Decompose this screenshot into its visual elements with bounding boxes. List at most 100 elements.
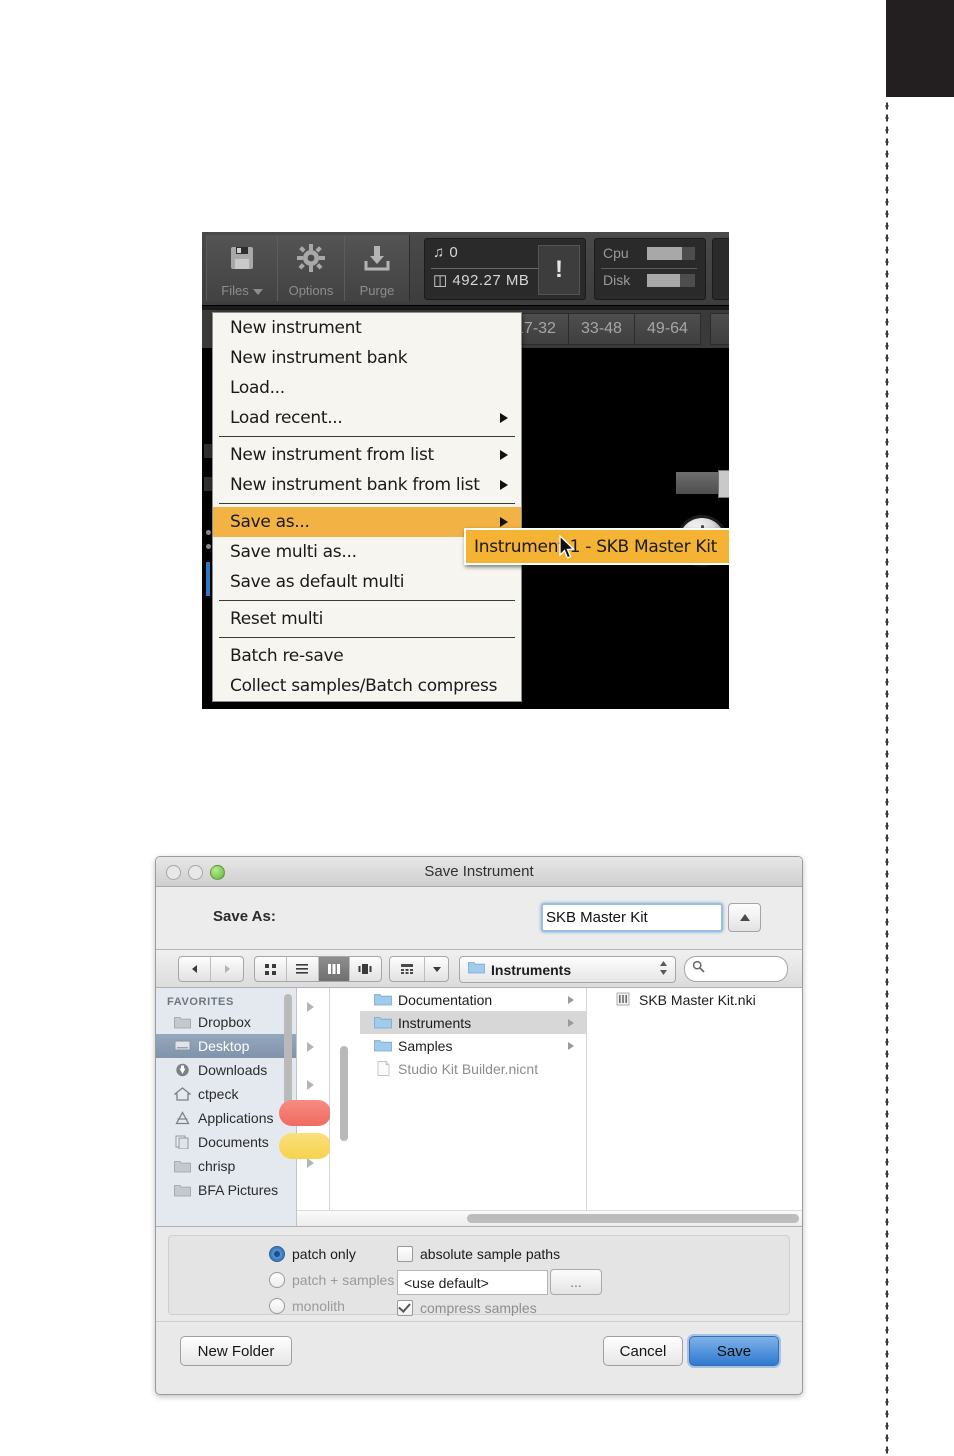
menu-item-collect-samples[interactable]: Collect samples/Batch compress — [213, 671, 521, 701]
list-view-icon[interactable] — [287, 957, 319, 981]
radio-indicator — [269, 1246, 285, 1262]
file-row-label: SKB Master Kit.nki — [639, 991, 756, 1008]
table-row[interactable]: Instruments — [360, 1011, 586, 1034]
browse-sample-path-button[interactable]: ... — [550, 1269, 602, 1295]
submenu-item-instrument-1[interactable]: Instrument 1 - SKB Master Kit — [466, 537, 717, 557]
sidebar-item-ctpeck[interactable]: ctpeck — [156, 1082, 296, 1106]
sidebar-item-dropbox[interactable]: Dropbox — [156, 1010, 296, 1034]
submenu-arrow-icon — [500, 517, 508, 527]
new-folder-button[interactable]: New Folder — [180, 1336, 292, 1366]
tab-49-64[interactable]: 49-64 — [634, 313, 701, 345]
files-button[interactable]: Files — [206, 235, 278, 301]
expand-dialog-button[interactable] — [728, 903, 761, 932]
voices-readout: ♫ 0 — [433, 244, 459, 261]
menu-item-label: Batch re-save — [230, 646, 344, 666]
tag-pill-yellow — [279, 1133, 331, 1159]
search-field[interactable] — [684, 956, 788, 982]
menu-item-load[interactable]: Load... — [213, 373, 521, 403]
memory-readout: ◫ 492.27 MB — [433, 272, 530, 289]
sidebar-item-applications[interactable]: Applications — [156, 1106, 296, 1130]
scrollbar-thumb[interactable] — [467, 1214, 799, 1223]
home-icon — [173, 1086, 192, 1102]
column-1-scrollbar[interactable] — [340, 1046, 348, 1141]
menu-item-label: Reset multi — [230, 609, 324, 629]
radio-patch-plus-samples[interactable]: patch + samples — [269, 1272, 394, 1288]
menu-item-label: Load recent... — [230, 408, 343, 428]
path-popup-button[interactable]: Instruments — [459, 956, 676, 983]
document-icon — [374, 1061, 392, 1076]
disclosure-arrow-icon — [568, 1041, 574, 1050]
menu-divider — [219, 637, 515, 638]
alert-button[interactable]: ! — [538, 245, 580, 295]
menu-item-label: Collect samples/Batch compress — [230, 676, 498, 696]
menu-item-save-as-default-multi[interactable]: Save as default multi — [213, 567, 521, 597]
ui-fragment-dot-2 — [206, 544, 211, 549]
radio-monolith[interactable]: monolith — [269, 1298, 345, 1314]
purge-button-label: Purge — [359, 283, 395, 298]
chevron-down-icon[interactable] — [425, 957, 448, 981]
tab-more[interactable] — [710, 313, 729, 345]
files-dropdown-menu[interactable]: New instrument New instrument bank Load.… — [212, 312, 522, 702]
menu-item-new-instrument-bank[interactable]: New instrument bank — [213, 343, 521, 373]
column-view-icon[interactable] — [318, 957, 351, 981]
sidebar-item-chrisp[interactable]: chrisp — [156, 1154, 296, 1178]
menu-item-batch-re-save[interactable]: Batch re-save — [213, 641, 521, 671]
sidebar-header: FAVORITES — [167, 996, 234, 1008]
checkbox-absolute-sample-paths[interactable]: absolute sample paths — [397, 1246, 560, 1262]
sample-path-field[interactable]: <use default> — [397, 1270, 548, 1295]
radio-label: patch + samples — [292, 1272, 395, 1288]
menu-item-label: Save multi as... — [230, 542, 357, 562]
radio-patch-only[interactable]: patch only — [269, 1246, 356, 1262]
pan-center-icon[interactable] — [718, 470, 729, 498]
file-column-2: SKB Master Kit.nki || — [587, 988, 801, 1226]
radio-label: monolith — [292, 1298, 345, 1314]
save-as-input[interactable] — [541, 903, 723, 932]
search-icon — [692, 960, 705, 978]
save-as-submenu[interactable]: Instrument 1 - SKB Master Kit — [464, 528, 729, 565]
table-row[interactable]: Studio Kit Builder.nicnt — [360, 1057, 586, 1080]
engine-meter: ♫ 0 ◫ 492.27 MB ! — [424, 238, 586, 300]
table-row[interactable]: Documentation — [360, 988, 586, 1011]
nav-history-segment[interactable] — [178, 956, 244, 982]
disclosure-arrow-icon — [307, 1042, 314, 1052]
menu-item-load-recent[interactable]: Load recent... — [213, 403, 521, 433]
sidebar-item-label: BFA Pictures — [198, 1182, 279, 1198]
sidebar-item-label: ctpeck — [198, 1086, 239, 1102]
icon-view-icon[interactable] — [255, 957, 287, 981]
sidebar-item-label: Dropbox — [198, 1014, 251, 1030]
back-arrow-icon[interactable] — [179, 957, 211, 981]
action-grid-icon[interactable] — [390, 957, 425, 981]
tab-33-48[interactable]: 33-48 — [568, 313, 635, 345]
triangle-up-icon — [739, 914, 750, 921]
purge-button[interactable]: Purge — [344, 235, 410, 301]
menu-item-new-instrument[interactable]: New instrument — [213, 313, 521, 343]
menu-item-new-instrument-from-list[interactable]: New instrument from list — [213, 440, 521, 470]
cancel-button[interactable]: Cancel — [603, 1336, 683, 1366]
checkbox-compress-samples[interactable]: compress samples — [397, 1300, 537, 1316]
save-as-row: Save As: — [156, 887, 802, 950]
options-button-label: Options — [288, 283, 334, 298]
checkbox-label: absolute sample paths — [420, 1246, 561, 1262]
sidebar-item-documents[interactable]: Documents — [156, 1130, 296, 1154]
table-row[interactable]: SKB Master Kit.nki — [601, 988, 801, 1011]
menu-item-reset-multi[interactable]: Reset multi — [213, 604, 521, 634]
files-button-label: Files — [207, 283, 277, 298]
save-instrument-dialog: Save Instrument Save As: SKB Master Kit … — [155, 856, 803, 1395]
checkbox-indicator — [397, 1246, 413, 1262]
sidebar-scrollbar[interactable] — [284, 994, 292, 1114]
menu-item-new-instrument-bank-from-list[interactable]: New instrument bank from list — [213, 470, 521, 500]
table-row[interactable]: Samples — [360, 1034, 586, 1057]
options-button[interactable]: Options — [277, 235, 345, 301]
coverflow-view-icon[interactable] — [350, 957, 381, 981]
sidebar-item-desktop[interactable]: Desktop — [156, 1034, 296, 1058]
view-mode-segment[interactable] — [254, 956, 382, 982]
browser-horizontal-scrollbar[interactable] — [297, 1210, 802, 1226]
forward-arrow-icon[interactable] — [211, 957, 242, 981]
save-button[interactable]: Save — [689, 1336, 779, 1366]
meter-divider — [431, 268, 549, 269]
sidebar: FAVORITES Dropbox Desktop Downloads ctpe… — [156, 988, 297, 1226]
action-menu-segment[interactable] — [389, 956, 449, 982]
sidebar-item-bfa-pictures[interactable]: BFA Pictures — [156, 1178, 296, 1202]
sidebar-item-downloads[interactable]: Downloads — [156, 1058, 296, 1082]
folder-icon — [374, 1015, 392, 1030]
